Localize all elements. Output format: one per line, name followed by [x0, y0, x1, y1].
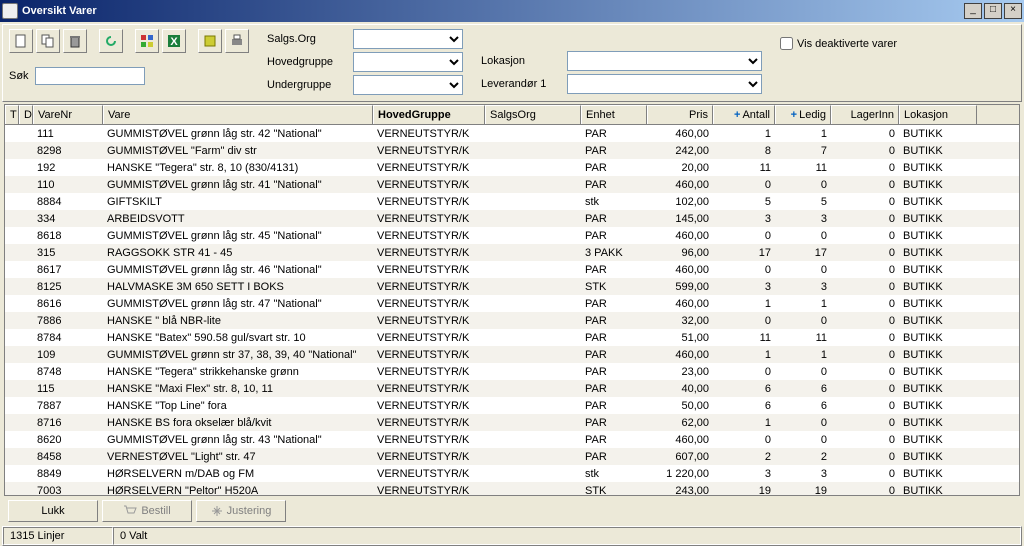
grid-header: T D VareNr Vare HovedGruppe SalgsOrg Enh…	[5, 105, 1019, 125]
statusbar: 1315 Linjer 0 Valt	[2, 526, 1022, 546]
undergruppe-label: Undergruppe	[267, 79, 347, 91]
table-row[interactable]: 109GUMMISTØVEL grønn str 37, 38, 39, 40 …	[5, 346, 1019, 363]
deaktiverte-label: Vis deaktiverte varer	[797, 38, 897, 50]
bestill-button[interactable]: Bestill	[102, 500, 192, 522]
table-row[interactable]: 8784HANSKE "Batex" 590.58 gul/svart str.…	[5, 329, 1019, 346]
table-row[interactable]: 8884GIFTSKILTVERNEUTSTYR/Kstk102,00550BU…	[5, 193, 1019, 210]
col-t[interactable]: T	[5, 105, 19, 124]
col-lokasjon[interactable]: Lokasjon	[899, 105, 977, 124]
copy-icon[interactable]	[36, 29, 60, 53]
search-input[interactable]	[35, 67, 145, 85]
col-vare[interactable]: Vare	[103, 105, 373, 124]
close-button[interactable]: ×	[1004, 3, 1022, 19]
table-row[interactable]: 8617GUMMISTØVEL grønn låg str. 46 "Natio…	[5, 261, 1019, 278]
new-icon[interactable]	[9, 29, 33, 53]
deaktiverte-checkbox-row[interactable]: Vis deaktiverte varer	[780, 37, 897, 50]
delete-icon[interactable]	[63, 29, 87, 53]
app-icon	[2, 3, 18, 19]
col-pris[interactable]: Pris	[647, 105, 713, 124]
hovedgruppe-select[interactable]	[353, 52, 463, 72]
print-icon[interactable]	[225, 29, 249, 53]
grid-body[interactable]: 111GUMMISTØVEL grønn låg str. 42 "Nation…	[5, 125, 1019, 495]
table-row[interactable]: 8849HØRSELVERN m/DAB og FMVERNEUTSTYR/Ks…	[5, 465, 1019, 482]
col-d[interactable]: D	[19, 105, 33, 124]
table-row[interactable]: 315RAGGSOKK STR 41 - 45VERNEUTSTYR/K3 PA…	[5, 244, 1019, 261]
table-row[interactable]: 115HANSKE "Maxi Flex" str. 8, 10, 11VERN…	[5, 380, 1019, 397]
titlebar: Oversikt Varer _ □ ×	[0, 0, 1024, 22]
refresh-icon[interactable]	[99, 29, 123, 53]
plus-icon: +	[734, 109, 740, 121]
salgsorg-label: Salgs.Org	[267, 33, 347, 45]
cart-icon	[123, 505, 137, 517]
table-row[interactable]: 8748HANSKE "Tegera" strikkehanske grønnV…	[5, 363, 1019, 380]
table-row[interactable]: 7003HØRSELVERN "Peltor" H520AVERNEUTSTYR…	[5, 482, 1019, 495]
table-row[interactable]: 7886HANSKE " blå NBR-liteVERNEUTSTYR/KPA…	[5, 312, 1019, 329]
table-row[interactable]: 8458VERNESTØVEL "Light" str. 47VERNEUTST…	[5, 448, 1019, 465]
salgsorg-select[interactable]	[353, 29, 463, 49]
bottom-buttons: Lukk Bestill Justering	[0, 496, 1024, 526]
table-row[interactable]: 334ARBEIDSVOTTVERNEUTSTYR/KPAR145,00330B…	[5, 210, 1019, 227]
leverandor-label: Leverandør 1	[481, 78, 561, 90]
minimize-button[interactable]: _	[964, 3, 982, 19]
status-valt: 0 Valt	[113, 527, 1021, 545]
col-varenr[interactable]: VareNr	[33, 105, 103, 124]
plus-icon: +	[791, 109, 797, 121]
data-grid: T D VareNr Vare HovedGruppe SalgsOrg Enh…	[4, 104, 1020, 496]
window-title: Oversikt Varer	[22, 5, 962, 17]
excel-icon[interactable]: X	[162, 29, 186, 53]
adjust-icon	[211, 505, 223, 517]
status-linjer: 1315 Linjer	[3, 527, 113, 545]
table-row[interactable]: 110GUMMISTØVEL grønn låg str. 41 "Nation…	[5, 176, 1019, 193]
table-row[interactable]: 8618GUMMISTØVEL grønn låg str. 45 "Natio…	[5, 227, 1019, 244]
table-row[interactable]: 8716HANSKE BS fora okselær blå/kvitVERNE…	[5, 414, 1019, 431]
col-antall[interactable]: +Antall	[713, 105, 775, 124]
table-row[interactable]: 8620GUMMISTØVEL grønn låg str. 43 "Natio…	[5, 431, 1019, 448]
undergruppe-select[interactable]	[353, 75, 463, 95]
svg-text:X: X	[170, 36, 178, 48]
lokasjon-label: Lokasjon	[481, 55, 561, 67]
table-row[interactable]: 7887HANSKE "Top Line" foraVERNEUTSTYR/KP…	[5, 397, 1019, 414]
search-label: Søk	[9, 70, 29, 82]
justering-button[interactable]: Justering	[196, 500, 286, 522]
col-lagerinn[interactable]: LagerInn	[831, 105, 899, 124]
leverandor-select[interactable]	[567, 74, 762, 94]
table-row[interactable]: 8125HALVMASKE 3M 650 SETT I BOKSVERNEUTS…	[5, 278, 1019, 295]
table-row[interactable]: 111GUMMISTØVEL grønn låg str. 42 "Nation…	[5, 125, 1019, 142]
toolbar-panel: X Søk Salgs.Org Hovedgruppe Undergruppe	[2, 24, 1022, 102]
lukk-button[interactable]: Lukk	[8, 500, 98, 522]
col-salgsorg[interactable]: SalgsOrg	[485, 105, 581, 124]
hovedgruppe-label: Hovedgruppe	[267, 56, 347, 68]
col-ledig[interactable]: +Ledig	[775, 105, 831, 124]
table-row[interactable]: 8616GUMMISTØVEL grønn låg str. 47 "Natio…	[5, 295, 1019, 312]
col-enhet[interactable]: Enhet	[581, 105, 647, 124]
table-row[interactable]: 192HANSKE "Tegera" str. 8, 10 (830/4131)…	[5, 159, 1019, 176]
table-row[interactable]: 8298GUMMISTØVEL "Farm" div strVERNEUTSTY…	[5, 142, 1019, 159]
book-icon[interactable]	[198, 29, 222, 53]
maximize-button[interactable]: □	[984, 3, 1002, 19]
col-hovedgruppe[interactable]: HovedGruppe	[373, 105, 485, 124]
lokasjon-select[interactable]	[567, 51, 762, 71]
deaktiverte-checkbox[interactable]	[780, 37, 793, 50]
grid-icon[interactable]	[135, 29, 159, 53]
